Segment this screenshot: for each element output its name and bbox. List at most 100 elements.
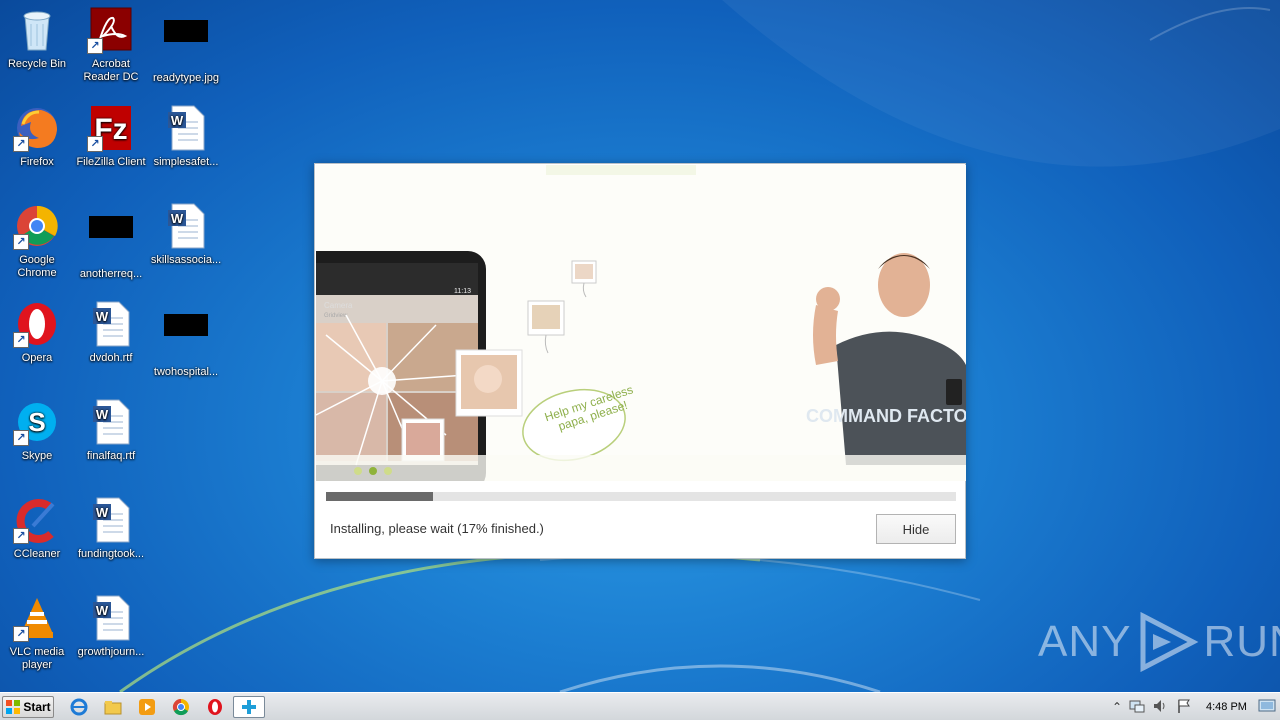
watermark-play-icon [1140, 612, 1199, 672]
phone-time: 11:13 [454, 288, 471, 295]
watermark-right: RUN [1203, 617, 1280, 666]
word-document-icon: W [162, 104, 210, 152]
desktop: Recycle Bin ↗ Firefox ↗ Google Chrome ↗ … [0, 0, 1280, 692]
show-desktop-button[interactable] [1258, 697, 1276, 715]
opera-icon[interactable] [204, 696, 226, 718]
shortcut-arrow-icon: ↗ [13, 136, 29, 152]
recycle-bin-icon [13, 6, 61, 54]
word-document-icon: W [87, 300, 135, 348]
desktop-icon-label: skillsassocia... [150, 254, 222, 266]
svg-text:W: W [171, 113, 184, 128]
desktop-icon-growthjourn[interactable]: W growthjourn... [74, 594, 148, 659]
shortcut-arrow-icon: ↗ [13, 332, 29, 348]
volume-icon[interactable] [1151, 698, 1169, 716]
action-center-flag-icon[interactable] [1175, 698, 1193, 716]
desktop-icon-anotherreq[interactable]: anotherreq... [74, 202, 148, 281]
desktop-icon-label: Skype [21, 450, 53, 462]
redacted-thumbnail [162, 20, 210, 68]
desktop-icon-label: Firefox [20, 156, 54, 168]
acrobat-icon: ↗ [87, 6, 135, 54]
windows-logo-icon [6, 700, 21, 714]
word-document-icon: W [87, 496, 135, 544]
media-player-icon[interactable] [136, 696, 158, 718]
carousel-dots [354, 467, 392, 475]
desktop-icon-recycle-bin[interactable]: Recycle Bin [0, 6, 74, 71]
hide-button[interactable]: Hide [876, 514, 956, 544]
carousel-dot[interactable] [384, 467, 392, 475]
network-icon[interactable] [1128, 698, 1146, 716]
desktop-icon-label: simplesafet... [153, 156, 219, 168]
anyrun-watermark: ANY RUN [1038, 612, 1280, 672]
desktop-icon-filezilla[interactable]: Fz ↗ FileZilla Client [74, 104, 148, 169]
desktop-icon-label: CCleaner [13, 548, 61, 560]
desktop-icon-chrome[interactable]: ↗ Google Chrome [0, 202, 74, 280]
shortcut-arrow-icon: ↗ [13, 234, 29, 250]
installer-icon[interactable] [233, 696, 265, 718]
svg-text:W: W [96, 603, 109, 618]
desktop-icon-acrobat[interactable]: ↗ Acrobat Reader DC [74, 6, 148, 84]
desktop-icon-vlc[interactable]: ↗ VLC media player [0, 594, 74, 672]
file-explorer-icon[interactable] [102, 696, 124, 718]
installer-window: Camera Gridview 11:13 COMMAND FACTO Help… [314, 163, 966, 559]
desktop-icon-label: dvdoh.rtf [89, 352, 133, 364]
desktop-icon-label: finalfaq.rtf [86, 450, 136, 462]
svg-text:W: W [96, 505, 109, 520]
svg-text:W: W [96, 407, 109, 422]
svg-text:W: W [171, 211, 184, 226]
opera-icon: ↗ [13, 300, 61, 348]
vlc-icon: ↗ [13, 594, 61, 642]
show-hidden-icons[interactable]: ⌃ [1108, 698, 1126, 716]
desktop-icon-ccleaner[interactable]: ↗ CCleaner [0, 496, 74, 561]
installer-banner: Camera Gridview 11:13 COMMAND FACTO Help… [316, 165, 966, 481]
desktop-icon-firefox[interactable]: ↗ Firefox [0, 104, 74, 169]
svg-text:W: W [96, 309, 109, 324]
ccleaner-icon: ↗ [13, 496, 61, 544]
chrome-icon[interactable] [170, 696, 192, 718]
desktop-icon-skype[interactable]: S ↗ Skype [0, 398, 74, 463]
desktop-icon-label: anotherreq... [79, 268, 143, 280]
firefox-icon: ↗ [13, 104, 61, 152]
shortcut-arrow-icon: ↗ [13, 430, 29, 446]
redacted-thumbnail [162, 314, 210, 362]
desktop-icon-label: Acrobat Reader DC [83, 58, 139, 83]
banner-illustration: Camera Gridview 11:13 COMMAND FACTO [316, 165, 966, 481]
redacted-thumbnail [87, 216, 135, 264]
desktop-icon-twohospital[interactable]: twohospital... [149, 300, 223, 379]
taskbar-clock[interactable]: 4:48 PM [1206, 701, 1247, 713]
taskbar: Start ⌃ 4:48 PM [0, 692, 1280, 720]
svg-text:S: S [28, 407, 45, 437]
desktop-icon-opera[interactable]: ↗ Opera [0, 300, 74, 365]
desktop-icon-simplesafet[interactable]: W simplesafet... [149, 104, 223, 169]
desktop-icon-fundingtook[interactable]: W fundingtook... [74, 496, 148, 561]
skype-icon: S ↗ [13, 398, 61, 446]
desktop-icon-readytype[interactable]: readytype.jpg [149, 6, 223, 85]
desktop-icon-finalfaq[interactable]: W finalfaq.rtf [74, 398, 148, 463]
start-button[interactable]: Start [2, 696, 54, 718]
word-document-icon: W [162, 202, 210, 250]
desktop-icon-label: Opera [21, 352, 53, 364]
watermark-left: ANY [1038, 617, 1132, 666]
shortcut-arrow-icon: ↗ [13, 626, 29, 642]
desktop-icon-label: readytype.jpg [152, 72, 220, 84]
install-progress-bar [326, 492, 956, 501]
start-label: Start [23, 700, 51, 714]
phone-app-subtitle: Gridview [324, 313, 348, 319]
word-document-icon: W [87, 398, 135, 446]
carousel-dot-active[interactable] [369, 467, 377, 475]
carousel-dot[interactable] [354, 467, 362, 475]
desktop-icon-label: fundingtook... [77, 548, 145, 560]
install-progress-fill [326, 492, 434, 501]
phone-app-title: Camera [324, 301, 353, 310]
internet-explorer-icon[interactable] [68, 696, 90, 718]
word-document-icon: W [87, 594, 135, 642]
desktop-icon-skillsassocia[interactable]: W skillsassocia... [149, 202, 223, 267]
shortcut-arrow-icon: ↗ [87, 136, 103, 152]
desktop-icon-label: VLC media player [9, 646, 65, 671]
desktop-icon-label: Recycle Bin [7, 58, 67, 70]
desktop-icon-label: FileZilla Client [76, 156, 146, 168]
shortcut-arrow-icon: ↗ [13, 528, 29, 544]
shirt-print: COMMAND FACTORY [806, 406, 966, 426]
desktop-icon-label: Google Chrome [17, 254, 57, 279]
desktop-icon-label: twohospital... [153, 366, 219, 378]
desktop-icon-dvdoh[interactable]: W dvdoh.rtf [74, 300, 148, 365]
